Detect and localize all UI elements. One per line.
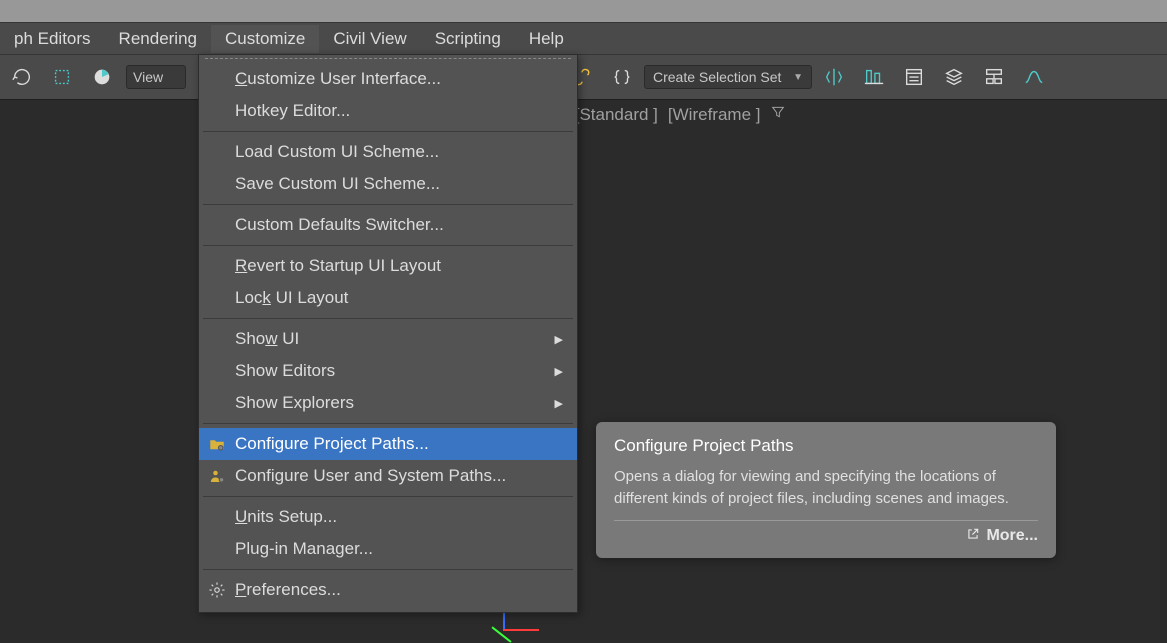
menu-item-label: Revert to Startup UI Layout <box>235 256 441 276</box>
submenu-arrow-icon: ▶ <box>555 365 563 378</box>
list-panel-icon[interactable] <box>896 59 932 95</box>
filter-icon[interactable] <box>770 104 786 125</box>
menu-item-scripting[interactable]: Scripting <box>421 25 515 53</box>
align-icon[interactable] <box>856 59 892 95</box>
submenu-arrow-icon: ▶ <box>555 333 563 346</box>
gear-icon <box>207 580 227 600</box>
main-toolbar: View Create Selection Set ▼ <box>0 54 1167 100</box>
viewport-label-standard: [Standard ] <box>575 105 658 125</box>
menu-item-show-explorers[interactable]: Show Explorers ▶ <box>199 387 577 419</box>
menu-item-custom-defaults-switcher[interactable]: Custom Defaults Switcher... <box>199 209 577 241</box>
menu-item-customize-user-interface[interactable]: Customize User Interface... <box>199 63 577 95</box>
menu-item-label: Units Setup... <box>235 507 337 527</box>
menu-separator <box>203 245 573 246</box>
menu-item-customize[interactable]: Customize <box>211 25 319 53</box>
selection-set-label: Create Selection Set <box>653 69 781 85</box>
tooltip-more-link[interactable]: More... <box>614 527 1038 546</box>
selection-set-dropdown[interactable]: Create Selection Set ▼ <box>644 65 812 89</box>
tooltip-popup: Configure Project Paths Opens a dialog f… <box>596 422 1056 558</box>
viewport-label-wireframe: [Wireframe ] <box>668 105 761 125</box>
menu-separator <box>203 569 573 570</box>
submenu-arrow-icon: ▶ <box>555 397 563 410</box>
menu-item-configure-user-and-system-paths[interactable]: Configure User and System Paths... <box>199 460 577 492</box>
curve-editor-icon[interactable] <box>1016 59 1052 95</box>
menu-item-label: Save Custom UI Scheme... <box>235 174 440 194</box>
menu-item-revert-to-startup-ui-layout[interactable]: Revert to Startup UI Layout <box>199 250 577 282</box>
menu-item-label: Load Custom UI Scheme... <box>235 142 439 162</box>
menu-item-units-setup[interactable]: Units Setup... <box>199 501 577 533</box>
menu-separator <box>203 204 573 205</box>
external-link-icon <box>966 527 980 546</box>
menu-separator <box>203 131 573 132</box>
menu-item-label: Custom Defaults Switcher... <box>235 215 444 235</box>
menu-item-hotkey-editor[interactable]: Hotkey Editor... <box>199 95 577 127</box>
menu-item-help[interactable]: Help <box>515 25 578 53</box>
schematic-icon[interactable] <box>976 59 1012 95</box>
menu-separator <box>203 496 573 497</box>
tooltip-more-label: More... <box>986 527 1038 545</box>
menu-item-label: Plug-in Manager... <box>235 539 373 559</box>
viewport-area[interactable] <box>0 100 1167 643</box>
menu-item-show-ui[interactable]: Show UI ▶ <box>199 323 577 355</box>
menu-separator <box>203 423 573 424</box>
customize-dropdown-menu: Customize User Interface... Hotkey Editor… <box>198 54 578 613</box>
menu-item-plug-in-manager[interactable]: Plug-in Manager... <box>199 533 577 565</box>
braces-icon[interactable] <box>604 59 640 95</box>
folder-gear-icon <box>207 434 227 454</box>
pie-chart-icon[interactable] <box>84 59 120 95</box>
menu-item-label: Hotkey Editor... <box>235 101 350 121</box>
menu-item-show-editors[interactable]: Show Editors ▶ <box>199 355 577 387</box>
menu-item-label: Preferences... <box>235 580 341 600</box>
menu-item-configure-project-paths[interactable]: Configure Project Paths... <box>199 428 577 460</box>
menu-item-preferences[interactable]: Preferences... <box>199 574 577 606</box>
menu-item-label: Configure User and System Paths... <box>235 466 506 486</box>
view-dropdown-label: View <box>133 69 163 85</box>
layers-icon[interactable] <box>936 59 972 95</box>
menu-item-ph-editors[interactable]: ph Editors <box>0 25 105 53</box>
menu-item-label: Show Editors <box>235 361 335 381</box>
menu-item-lock-ui-layout[interactable]: Lock UI Layout <box>199 282 577 314</box>
menu-item-load-custom-ui-scheme[interactable]: Load Custom UI Scheme... <box>199 136 577 168</box>
refresh-icon[interactable] <box>4 59 40 95</box>
title-bar-strip <box>0 0 1167 22</box>
menu-item-label: Lock UI Layout <box>235 288 348 308</box>
view-dropdown-input[interactable]: View <box>126 65 186 89</box>
tooltip-title: Configure Project Paths <box>614 436 1038 456</box>
menu-separator <box>203 318 573 319</box>
menu-item-rendering[interactable]: Rendering <box>105 25 211 53</box>
menu-item-label: Configure Project Paths... <box>235 434 429 454</box>
dropdown-arrow-icon: ▼ <box>793 72 803 83</box>
menu-item-civil-view[interactable]: Civil View <box>319 25 420 53</box>
menu-item-save-custom-ui-scheme[interactable]: Save Custom UI Scheme... <box>199 168 577 200</box>
menu-item-label: Show Explorers <box>235 393 354 413</box>
menu-item-label: Customize User Interface... <box>235 69 441 89</box>
viewport-status-bar[interactable]: ] [Standard ] [Wireframe ] <box>560 104 786 125</box>
mirror-icon[interactable] <box>816 59 852 95</box>
main-menu-bar: ph EditorsRenderingCustomizeCivil ViewSc… <box>0 22 1167 54</box>
user-gear-icon <box>207 466 227 486</box>
selection-region-icon[interactable] <box>44 59 80 95</box>
tooltip-body: Opens a dialog for viewing and specifyin… <box>614 466 1038 510</box>
menu-item-label: Show UI <box>235 329 299 349</box>
